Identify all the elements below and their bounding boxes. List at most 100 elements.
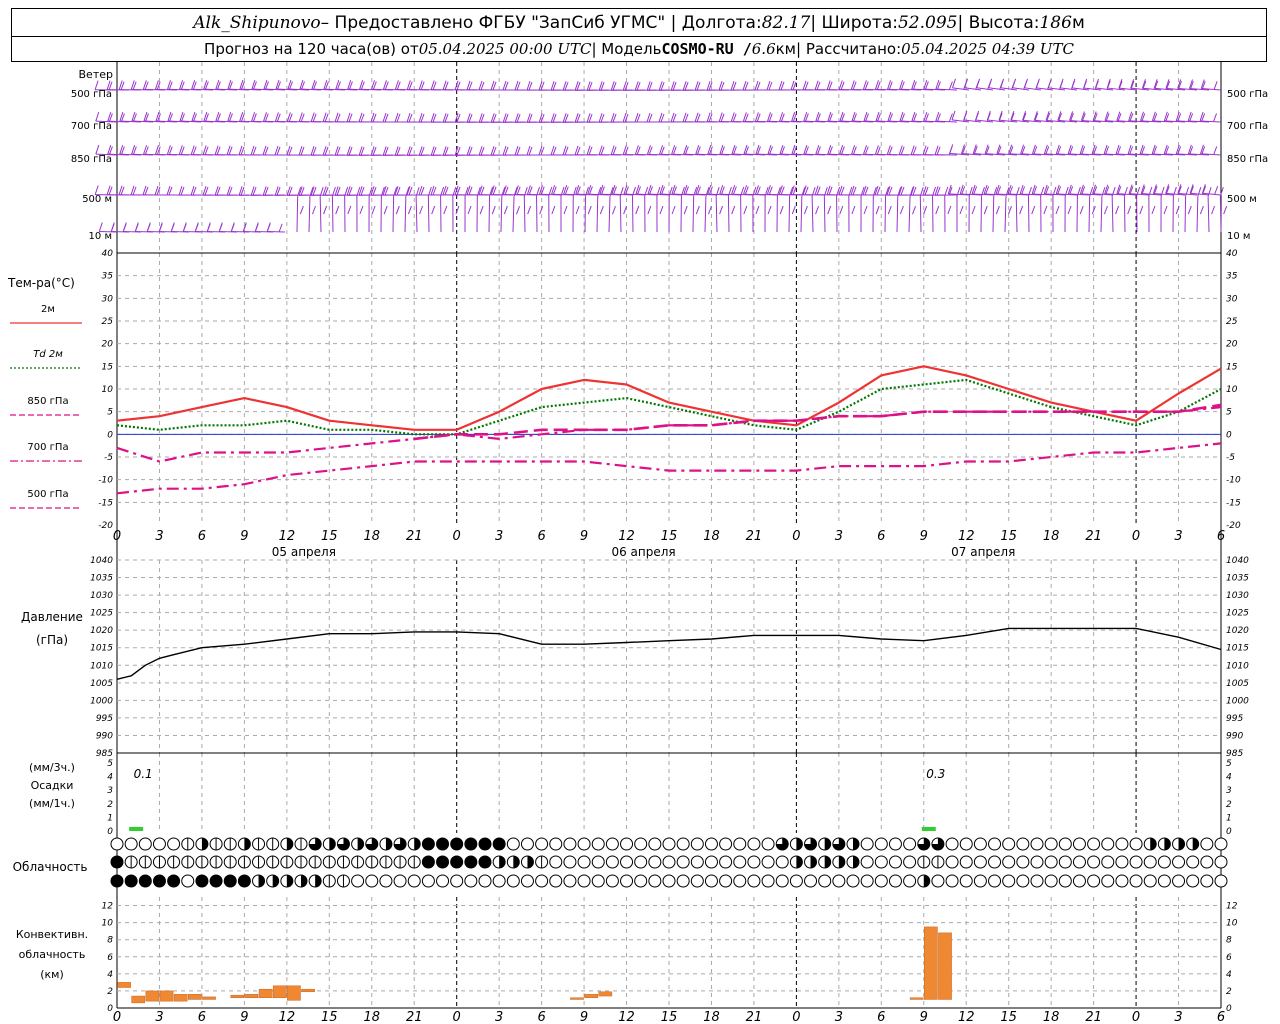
- precip-tick-label: 1: [1226, 813, 1232, 823]
- temp-legend-label: 700 гПа: [27, 442, 68, 453]
- conv-tick-label: 12: [102, 902, 114, 912]
- cloud-cover-symbol: [365, 874, 379, 888]
- cloud-cover-symbol: [1200, 837, 1214, 851]
- cloud-cover-symbol: [903, 837, 917, 851]
- hour-tick-label: 21: [1085, 529, 1102, 544]
- wind-barb: [1201, 184, 1222, 196]
- cloud-cover-symbol: [804, 837, 818, 851]
- cloud-cover-symbol: [1030, 855, 1044, 869]
- wind-barb: [776, 186, 784, 233]
- cloud-cover-symbol: [308, 837, 322, 851]
- temp-tick-label: 20: [102, 340, 114, 350]
- temp-tick-label: 20: [1226, 340, 1238, 350]
- cloud-cover-symbol: [648, 837, 662, 851]
- hour-tick-label: 6: [877, 1010, 885, 1024]
- hour-tick-label: 9: [920, 1010, 928, 1024]
- hour-tick-label: 3: [835, 529, 843, 544]
- pressure-tick-label: 1000: [1226, 696, 1249, 706]
- cloud-cover-symbol: [351, 837, 365, 851]
- wind-barb: [110, 222, 130, 233]
- precip-tick-label: 2: [1226, 800, 1232, 810]
- precip-tick-label: 3: [1226, 786, 1232, 796]
- cloud-cover-symbol: [1115, 837, 1129, 851]
- hour-tick-label: 15: [661, 1010, 678, 1024]
- wind-barb: [500, 187, 508, 233]
- pressure-tick-label: 985: [96, 749, 113, 759]
- cloud-cover-symbol: [464, 855, 478, 869]
- cloud-cover-symbol: [1002, 874, 1016, 888]
- temp-tick-label: 5: [107, 408, 113, 418]
- cloud-cover-symbol: [492, 874, 506, 888]
- cloud-cover-symbol: [888, 837, 902, 851]
- conv-tick-label: 8: [107, 936, 113, 946]
- cloud-cover-symbol: [1058, 855, 1072, 869]
- wind-barb: [230, 222, 250, 233]
- precip-tick-label: 0: [107, 827, 113, 837]
- hour-tick-label: 0: [453, 529, 461, 544]
- temp-tick-label: 40: [102, 249, 114, 259]
- cloud-cover-symbol: [988, 837, 1002, 851]
- wind-level-label: 500 гПа: [71, 89, 112, 100]
- cloud-cover-symbol: [591, 837, 605, 851]
- hour-tick-label: 0: [1132, 529, 1140, 544]
- cloud-cover-symbol: [1200, 874, 1214, 888]
- cloud-cover-symbol: [1044, 855, 1058, 869]
- hour-tick-label: 21: [406, 1010, 423, 1024]
- cloud-cover-symbol: [1172, 837, 1186, 851]
- cloud-cover-symbol: [1214, 855, 1228, 869]
- cloud-cover-symbol: [252, 837, 266, 851]
- pressure-tick-label: 1020: [90, 626, 113, 636]
- cloud-cover-symbol: [888, 855, 902, 869]
- wind-barb: [254, 222, 274, 233]
- temp-tick-label: -20: [98, 521, 113, 531]
- temp-legend-label: 2м: [41, 304, 55, 315]
- wind-barb: [266, 222, 286, 233]
- cloud-cover-symbol: [577, 874, 591, 888]
- cloud-cover-symbol: [1030, 837, 1044, 851]
- wind-barb: [380, 186, 388, 233]
- cloud-cover-symbol: [322, 855, 336, 869]
- cloud-cover-symbol: [209, 837, 223, 851]
- cloud-cover-symbol: [662, 874, 676, 888]
- pressure-panel: [116, 627, 1222, 680]
- cloud-cover-symbol: [563, 855, 577, 869]
- cloud-cover-symbol: [634, 855, 648, 869]
- cloud-cover-symbol: [832, 874, 846, 888]
- hour-tick-label: 21: [406, 529, 423, 544]
- cloud-cover-symbol: [138, 837, 152, 851]
- cloud-cover-symbol: [152, 837, 166, 851]
- cloud-cover-symbol: [1157, 855, 1171, 869]
- hour-tick-label: 3: [495, 1010, 503, 1024]
- temp-legend-label: 850 гПа: [27, 396, 68, 407]
- cloud-cover-symbol: [719, 837, 733, 851]
- wind-barb: [158, 222, 178, 233]
- cloud-cover-symbol: [818, 837, 832, 851]
- cloud-cover-symbol: [436, 837, 450, 851]
- cloud-cover-symbol: [1002, 837, 1016, 851]
- cloud-cover-symbol: [676, 837, 690, 851]
- cloud-cover-symbol: [591, 855, 605, 869]
- conv-tick-label: 4: [1226, 970, 1232, 980]
- conv-tick-label: 2: [1226, 987, 1232, 997]
- wind-barb: [908, 187, 916, 233]
- conv-tick-label: 6: [1226, 953, 1232, 963]
- cloud-cover-symbol: [1101, 837, 1115, 851]
- cloud-cover-symbol: [846, 855, 860, 869]
- convective-bar: [570, 997, 584, 1000]
- wind-level-label: 850 гПа: [1227, 154, 1268, 165]
- precip-tick-label: 5: [1226, 759, 1232, 769]
- wind-barb: [194, 222, 214, 233]
- cloud-cover-symbol: [294, 874, 308, 888]
- cloud-cover-symbol: [407, 874, 421, 888]
- cloud-cover-symbol: [478, 855, 492, 869]
- cloud-cover-symbol: [719, 874, 733, 888]
- temp-tick-label: 25: [1226, 317, 1238, 327]
- cloud-cover-symbol: [605, 855, 619, 869]
- wind-barb: [392, 186, 400, 233]
- cloud-cover-symbol: [1186, 837, 1200, 851]
- cloud-cover-symbol: [818, 855, 832, 869]
- meteogram: 0.1 0.3 0 3 6 9 12 15 18 21 0 3 6 9 12 15 18 21 0 3 6 9 12 15 1…: [7, 62, 1268, 1024]
- cloud-cover-symbol: [577, 855, 591, 869]
- cloud-cover-symbol: [464, 837, 478, 851]
- cloud-cover-symbol: [1016, 855, 1030, 869]
